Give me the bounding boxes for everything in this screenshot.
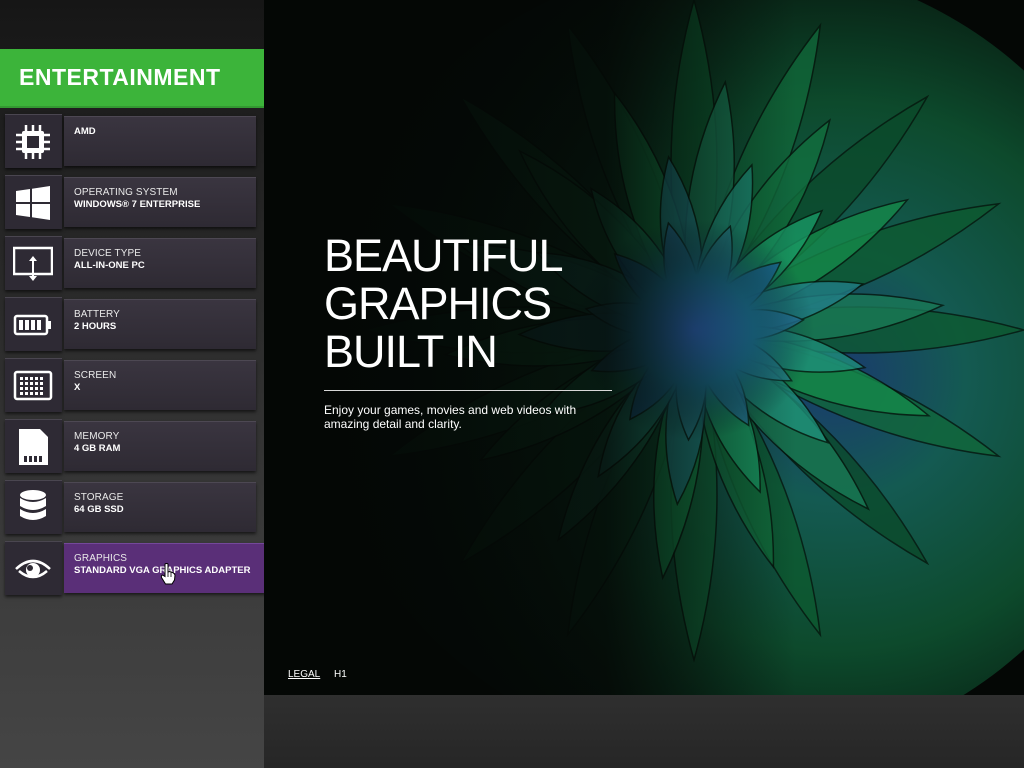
category-title: ENTERTAINMENT — [19, 64, 221, 90]
spec-value: WINDOWS® 7 ENTERPRISE — [74, 199, 201, 210]
spec-panel-operating-system: OPERATING SYSTEM WINDOWS® 7 ENTERPRISE — [64, 177, 256, 227]
spec-label: OPERATING SYSTEM — [74, 187, 178, 198]
spec-sidebar: ENTERTAINMENT AMD OPERATING SYSTEM WINDO… — [0, 0, 284, 768]
hero-tagline: Enjoy your games, movies and web videos … — [324, 403, 577, 431]
category-header: ENTERTAINMENT — [0, 49, 264, 108]
operating-system-icon-tile — [5, 175, 62, 229]
spec-label: GRAPHICS — [74, 553, 128, 564]
storage-icon-tile — [5, 480, 62, 534]
spec-panel-screen: SCREEN X — [64, 360, 256, 410]
eye-icon — [15, 559, 51, 579]
spec-label: SCREEN — [74, 370, 117, 381]
spec-item-device-type[interactable]: DEVICE TYPE ALL-IN-ONE PC — [0, 233, 264, 292]
spec-value: 4 GB RAM — [74, 443, 121, 454]
memory-icon-tile — [5, 419, 62, 473]
bottom-bar — [264, 695, 1024, 768]
screen-pixels-icon — [13, 370, 53, 401]
app-root: ENTERTAINMENT AMD OPERATING SYSTEM WINDO… — [0, 0, 1024, 768]
spec-value: 64 GB SSD — [74, 504, 124, 515]
spec-item-graphics[interactable]: GRAPHICS STANDARD VGA GRAPHICS ADAPTER — [0, 538, 284, 597]
hand-cursor-icon — [160, 563, 176, 585]
device-type-icon-tile — [5, 236, 62, 290]
legal-link[interactable]: LEGAL — [288, 669, 320, 680]
spec-panel-battery: BATTERY 2 HOURS — [64, 299, 256, 349]
memory-card-icon — [19, 429, 48, 465]
processor-icon-tile — [5, 114, 62, 168]
spec-panel-device-type: DEVICE TYPE ALL-IN-ONE PC — [64, 238, 256, 288]
hero-headline: BEAUTIFUL GRAPHICS BUILT IN — [324, 230, 564, 377]
spec-label: STORAGE — [74, 492, 124, 503]
spec-value: AMD — [74, 126, 96, 137]
headline-line: BEAUTIFUL — [324, 230, 564, 281]
spec-value: 2 HOURS — [74, 321, 117, 332]
spec-value: X — [74, 382, 81, 393]
spec-item-processor[interactable]: AMD — [0, 111, 264, 170]
spec-item-screen[interactable]: SCREEN X — [0, 355, 264, 414]
spec-item-battery[interactable]: BATTERY 2 HOURS — [0, 294, 264, 353]
hero-banner: BEAUTIFUL GRAPHICS BUILT IN Enjoy your g… — [264, 0, 1024, 695]
graphics-icon-tile — [5, 541, 62, 595]
spec-label: DEVICE TYPE — [74, 248, 142, 259]
spec-value: ALL-IN-ONE PC — [74, 260, 145, 271]
spec-panel-processor: AMD — [64, 116, 256, 166]
battery-icon — [13, 314, 51, 336]
battery-icon-tile — [5, 297, 62, 351]
spec-panel-memory: MEMORY 4 GB RAM — [64, 421, 256, 471]
headline-line: BUILT IN — [324, 326, 498, 377]
headline-divider — [324, 390, 612, 391]
storage-database-icon — [20, 490, 46, 520]
spec-panel-storage: STORAGE 64 GB SSD — [64, 482, 256, 532]
spec-label: MEMORY — [74, 431, 120, 442]
headline-line: GRAPHICS — [324, 278, 552, 329]
spec-item-operating-system[interactable]: OPERATING SYSTEM WINDOWS® 7 ENTERPRISE — [0, 172, 264, 231]
spec-item-memory[interactable]: MEMORY 4 GB RAM — [0, 416, 264, 475]
spec-label: BATTERY — [74, 309, 120, 320]
version-label: H1 — [334, 669, 347, 680]
monitor-icon — [13, 246, 53, 281]
windows-logo-icon — [16, 186, 50, 220]
processor-chip-icon — [16, 125, 50, 159]
screen-icon-tile — [5, 358, 62, 412]
spec-item-storage[interactable]: STORAGE 64 GB SSD — [0, 477, 264, 536]
